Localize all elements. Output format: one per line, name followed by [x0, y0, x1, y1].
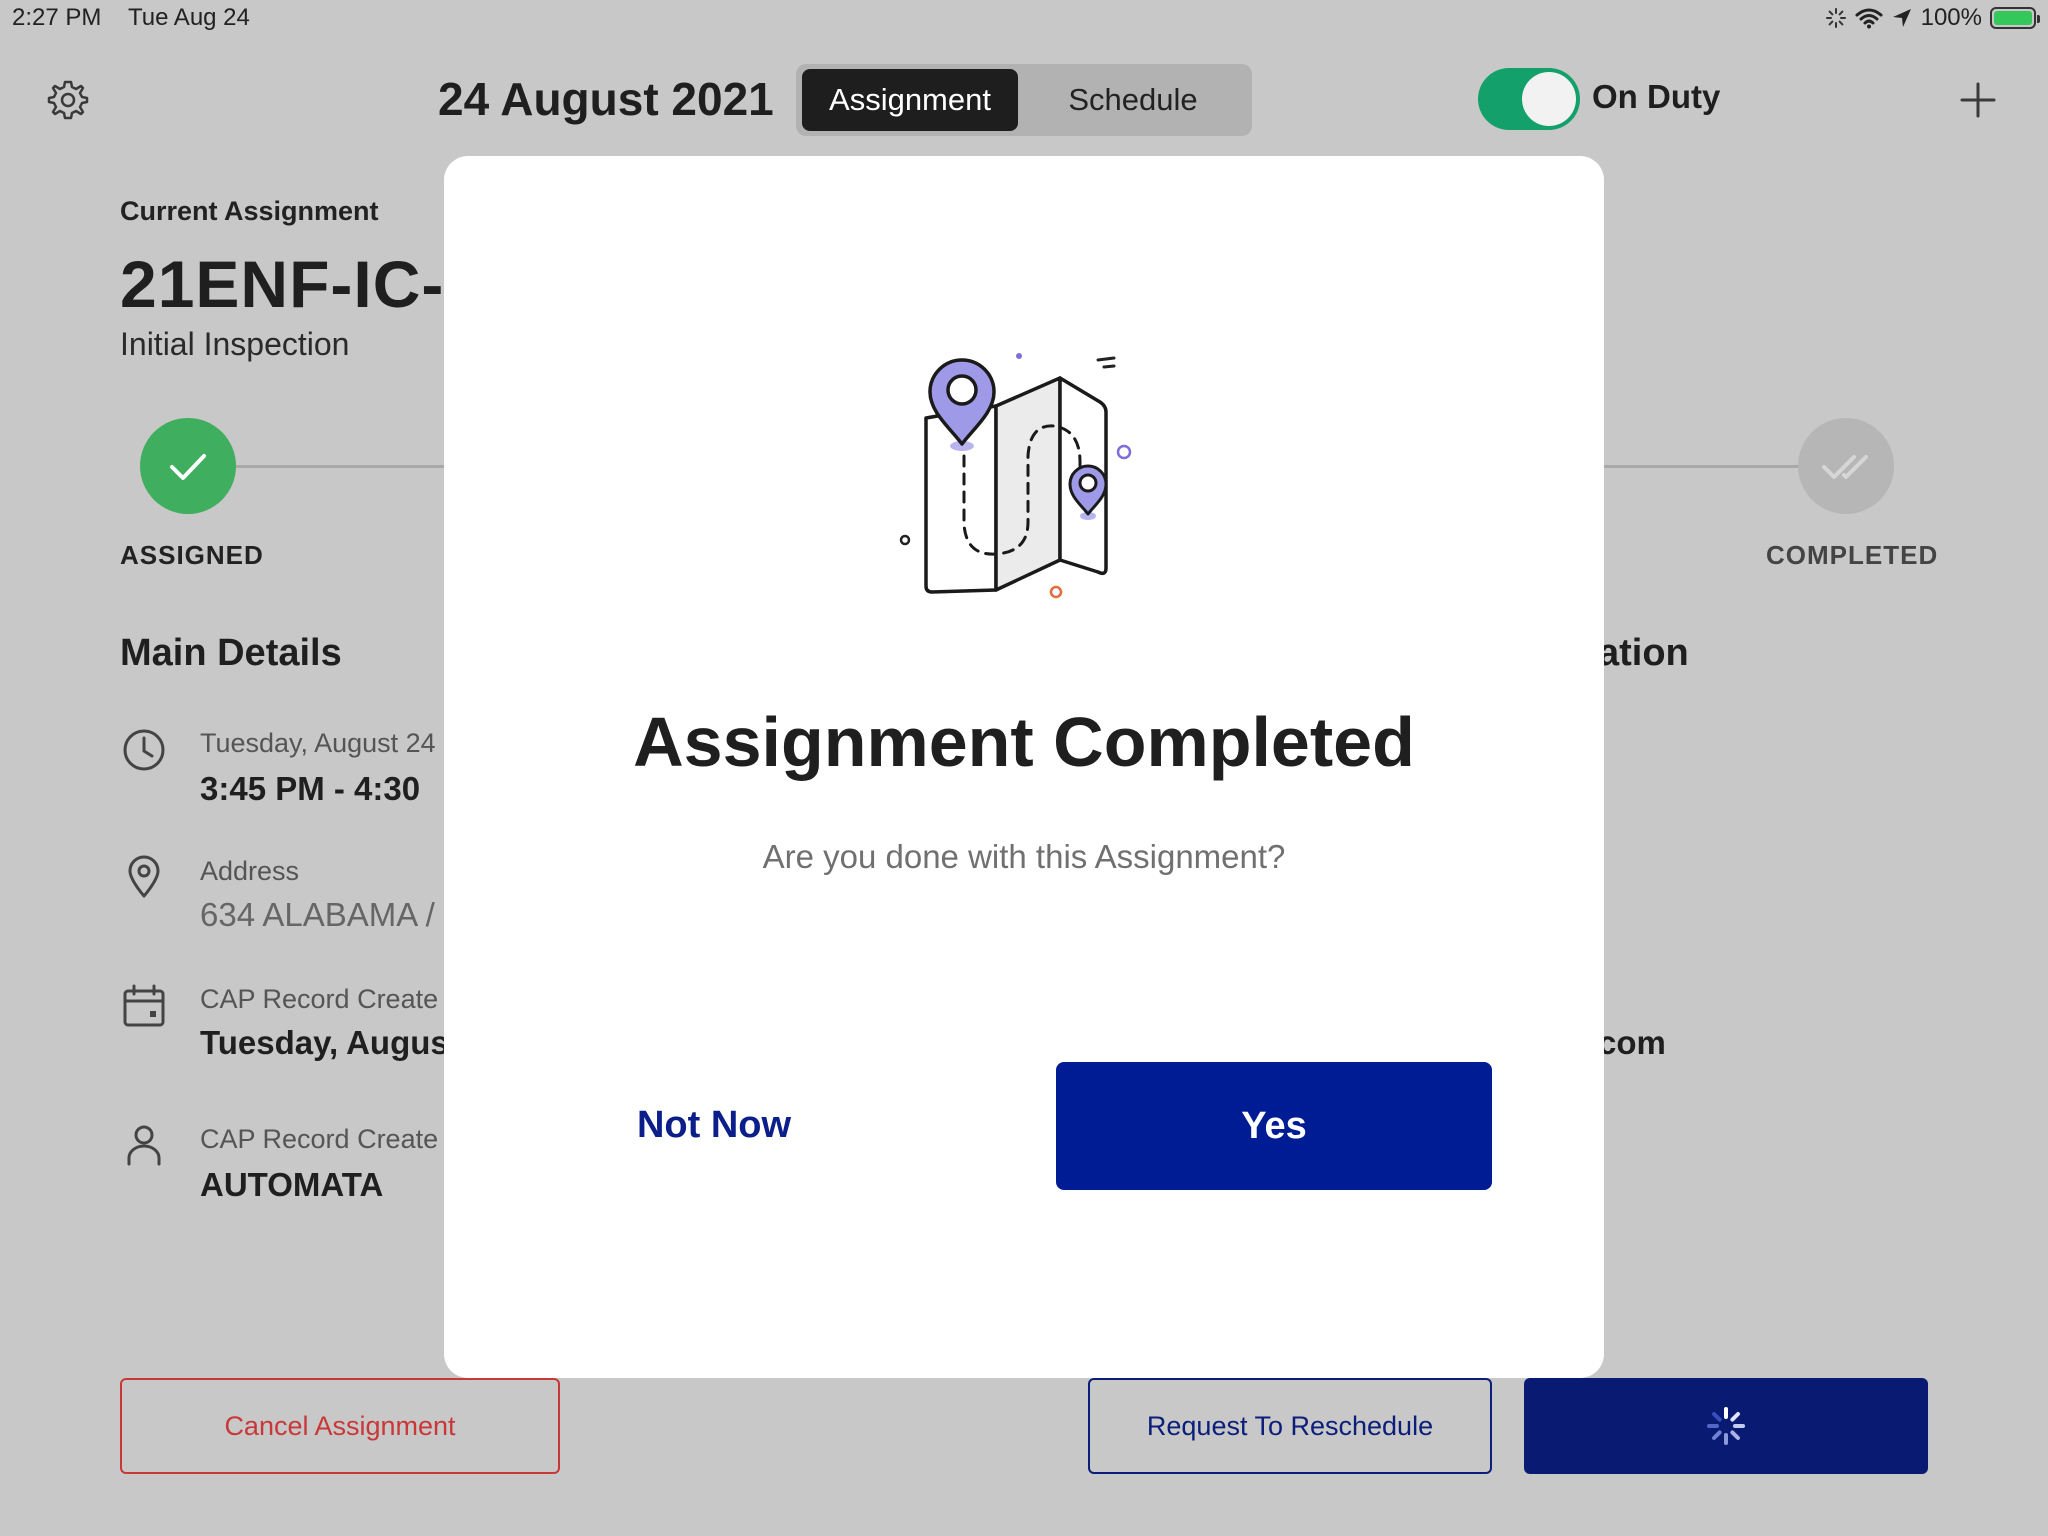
- activity-spinner-icon: [1825, 8, 1846, 28]
- battery-icon: [1990, 7, 2040, 29]
- step-label-completed: COMPLETED: [1766, 540, 1939, 570]
- detail-created-by-value: AUTOMATA: [200, 1166, 384, 1203]
- calendar-icon: [123, 984, 165, 1027]
- battery-percentage: 100%: [1920, 4, 1982, 31]
- assignment-completed-dialog: Assignment Completed Are you done with t…: [444, 156, 1604, 1378]
- detail-date-label: Tuesday, August 24: [200, 728, 436, 758]
- loading-spinner-icon: [1707, 1407, 1745, 1445]
- header-date: 24 August 2021: [438, 73, 774, 125]
- dialog-title: Assignment Completed: [633, 703, 1415, 781]
- step-label-assigned: ASSIGNED: [120, 540, 264, 570]
- map-with-route-icon: [899, 353, 1132, 599]
- clock-icon: [123, 729, 165, 771]
- request-reschedule-button[interactable]: Request To Reschedule: [1088, 1378, 1492, 1474]
- detail-address-value: 634 ALABAMA /: [200, 896, 435, 933]
- status-indicators: 100%: [1825, 4, 2040, 32]
- location-pin-icon: [128, 855, 160, 898]
- main-details-heading: Main Details: [120, 632, 342, 674]
- detail-time-value: 3:45 PM - 4:30: [200, 770, 421, 807]
- assignment-type: Initial Inspection: [120, 326, 350, 362]
- dialog-message: Are you done with this Assignment?: [762, 838, 1286, 875]
- tab-assignment[interactable]: Assignment: [802, 69, 1018, 131]
- step-assigned-indicator: [140, 418, 236, 514]
- complete-assignment-button[interactable]: [1524, 1378, 1928, 1474]
- location-arrow-icon: [1892, 9, 1911, 27]
- detail-created-date-label: CAP Record Create: [200, 984, 439, 1014]
- add-icon[interactable]: [1958, 80, 1998, 120]
- on-duty-label: On Duty: [1592, 78, 1721, 115]
- on-duty-toggle[interactable]: [1478, 68, 1580, 130]
- detail-created-by-label: CAP Record Create: [200, 1124, 439, 1154]
- person-icon: [127, 1125, 161, 1166]
- status-time: 2:27 PM: [12, 4, 102, 31]
- not-now-button[interactable]: Not Now: [564, 1062, 864, 1188]
- progress-line-left: [236, 465, 456, 468]
- cancel-assignment-button[interactable]: Cancel Assignment: [120, 1378, 560, 1474]
- step-completed-indicator: [1798, 418, 1894, 514]
- double-check-icon: [1822, 455, 1868, 479]
- status-date: Tue Aug 24: [128, 4, 250, 31]
- detail-address-label: Address: [200, 856, 300, 886]
- progress-line-right: [1598, 465, 1798, 468]
- detail-created-date-value: Tuesday, Augus: [200, 1024, 449, 1061]
- right-section-heading: ation: [1598, 632, 1689, 674]
- current-assignment-label: Current Assignment: [120, 196, 379, 226]
- right-section-value: com: [1598, 1024, 1666, 1061]
- tab-schedule[interactable]: Schedule: [1018, 69, 1248, 131]
- toggle-knob: [1522, 72, 1576, 126]
- assignment-id: 21ENF-IC-(: [120, 247, 468, 321]
- yes-button[interactable]: Yes: [1056, 1062, 1492, 1190]
- gear-icon[interactable]: [46, 78, 90, 122]
- wifi-icon: [1855, 8, 1883, 29]
- checkmark-icon: [170, 454, 206, 480]
